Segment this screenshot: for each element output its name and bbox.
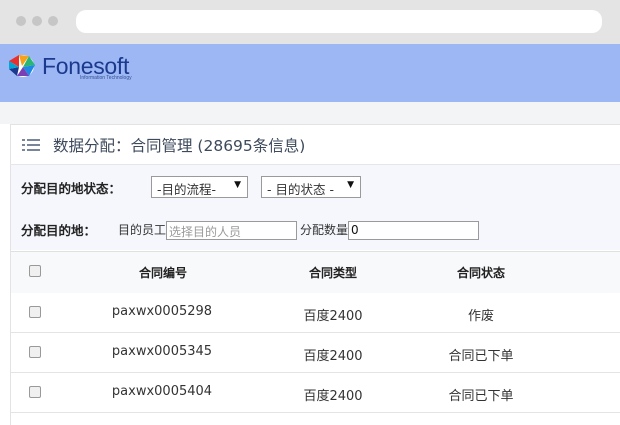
quantity-input[interactable]: 0 bbox=[348, 221, 479, 240]
state-select-value: - 目的状态 - bbox=[267, 182, 334, 197]
contract-id-cell: paxwx0005345 bbox=[111, 344, 213, 359]
column-header-contract-type[interactable]: 合同类型 bbox=[298, 264, 368, 281]
select-all-checkbox[interactable] bbox=[29, 265, 41, 277]
page-title: 数据分配：合同管理 (28695条信息) bbox=[53, 137, 306, 155]
flow-select-value: -目的流程- bbox=[157, 182, 217, 197]
contract-status-cell: 作废 bbox=[467, 309, 494, 324]
logo-icon bbox=[9, 55, 35, 77]
status-filter-label: 分配目的地状态： bbox=[21, 181, 122, 196]
contract-status-cell: 合同已下单 bbox=[448, 349, 514, 364]
address-bar[interactable] bbox=[76, 10, 602, 33]
employee-label: 目的员工 bbox=[118, 223, 167, 237]
brand-tagline: Information Technology bbox=[80, 75, 132, 81]
employee-input[interactable]: 选择目的人员 bbox=[166, 221, 297, 240]
caret-down-icon: ▼ bbox=[234, 180, 241, 190]
contract-type-cell: 百度2400 bbox=[303, 349, 363, 364]
row-checkbox[interactable] bbox=[29, 306, 41, 318]
page-background bbox=[0, 102, 620, 124]
quantity-label: 分配数量 bbox=[300, 223, 349, 237]
list-icon bbox=[22, 139, 40, 151]
contract-id-cell: paxwx0005298 bbox=[111, 304, 213, 319]
contract-type-cell: 百度2400 bbox=[303, 389, 363, 404]
window-maximize-dot-icon[interactable] bbox=[48, 16, 58, 26]
column-header-contract-id[interactable]: 合同编号 bbox=[128, 264, 198, 281]
column-header-contract-status[interactable]: 合同状态 bbox=[446, 264, 516, 281]
destination-label: 分配目的地： bbox=[21, 223, 97, 238]
state-select[interactable]: - 目的状态 - ▼ bbox=[261, 176, 361, 198]
window-minimize-dot-icon[interactable] bbox=[32, 16, 42, 26]
caret-down-icon: ▼ bbox=[347, 180, 354, 190]
window-close-dot-icon[interactable] bbox=[16, 16, 26, 26]
flow-select[interactable]: -目的流程- ▼ bbox=[151, 176, 248, 198]
contract-type-cell: 百度2400 bbox=[303, 309, 363, 324]
contract-status-cell: 合同已下单 bbox=[448, 389, 514, 404]
row-checkbox[interactable] bbox=[29, 346, 41, 358]
row-checkbox[interactable] bbox=[29, 386, 41, 398]
browser-chrome bbox=[0, 0, 620, 44]
contract-id-cell: paxwx0005404 bbox=[111, 384, 213, 399]
